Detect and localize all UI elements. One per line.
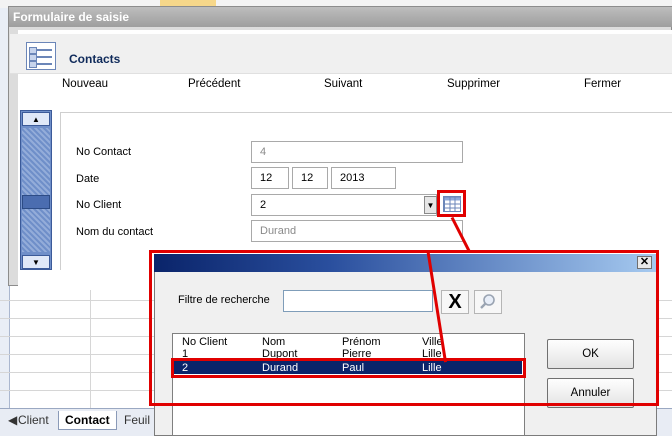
- date-label: Date: [76, 173, 100, 185]
- contact-name-field[interactable]: Durand: [251, 220, 463, 242]
- client-no-label: No Client: [76, 199, 122, 211]
- close-button[interactable]: Fermer: [584, 78, 621, 90]
- new-button[interactable]: Nouveau: [62, 78, 108, 90]
- client-no-dropdown[interactable]: 2: [251, 194, 437, 216]
- form-header-title: Contacts: [69, 52, 121, 66]
- highlight-box: [149, 250, 659, 406]
- window-title: Formulaire de saisie: [9, 7, 672, 27]
- previous-button[interactable]: Précédent: [188, 78, 240, 90]
- contact-no-field[interactable]: 4: [251, 141, 463, 163]
- scroll-up-icon[interactable]: ▲: [22, 112, 50, 126]
- sheet-tab-feuil[interactable]: Feuil: [118, 411, 156, 429]
- date-month-field[interactable]: 12: [292, 167, 328, 189]
- grid-line: [90, 290, 91, 408]
- delete-button[interactable]: Supprimer: [447, 78, 500, 90]
- scroll-down-icon[interactable]: ▼: [22, 255, 50, 269]
- chevron-down-icon[interactable]: ▼: [424, 196, 437, 214]
- client-lookup-icon[interactable]: [443, 196, 461, 212]
- scrollbar-thumb[interactable]: [22, 195, 50, 209]
- sheet-tab-client[interactable]: Client: [12, 411, 55, 429]
- scrollbar-track[interactable]: [22, 128, 50, 252]
- form-fields-panel: [60, 112, 672, 270]
- sheet-tab-contact[interactable]: Contact: [58, 411, 117, 430]
- contact-no-label: No Contact: [76, 146, 132, 158]
- date-day-field[interactable]: 12: [251, 167, 289, 189]
- date-year-field[interactable]: 2013: [331, 167, 396, 189]
- contacts-form-icon: [26, 42, 56, 70]
- next-button[interactable]: Suivant: [324, 78, 362, 90]
- contact-name-label: Nom du contact: [76, 226, 154, 238]
